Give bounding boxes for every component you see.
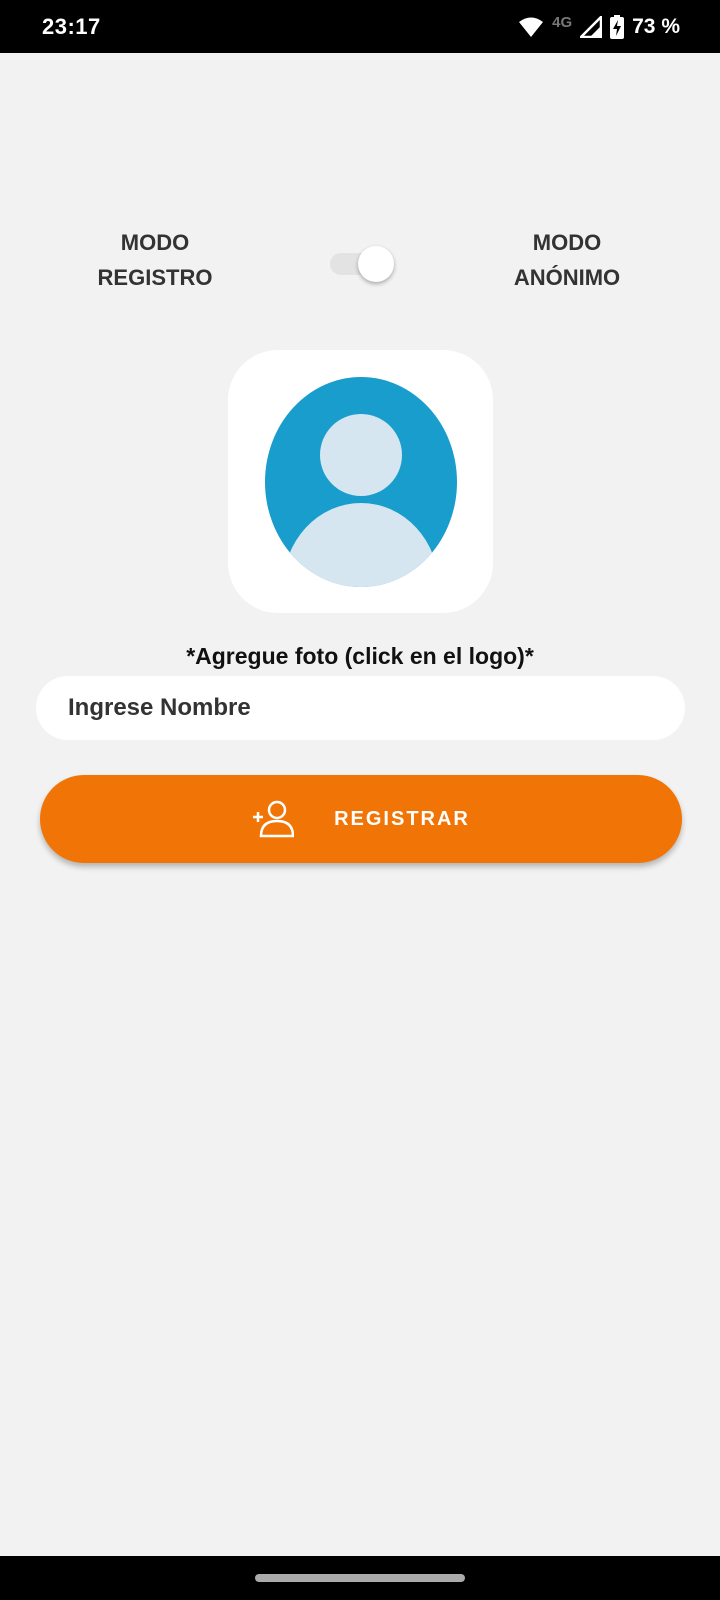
add-photo-hint: *Agregue foto (click en el logo)* xyxy=(186,643,534,669)
user-avatar-icon xyxy=(265,377,457,587)
mode-anonimo-label: MODO ANÓNIMO xyxy=(477,225,657,295)
wifi-icon xyxy=(519,17,544,37)
status-bar: 23:17 4G 73 % xyxy=(0,0,720,53)
register-button-label: REGISTRAR xyxy=(334,807,470,830)
mode-registro-label: MODO REGISTRO xyxy=(65,225,245,295)
home-gesture-pill[interactable] xyxy=(255,1574,465,1582)
mode-anonimo-line1: MODO xyxy=(532,230,602,255)
add-user-icon xyxy=(253,800,295,838)
avatar-photo-button[interactable] xyxy=(228,350,493,613)
name-input[interactable] xyxy=(36,676,685,740)
status-time: 23:17 xyxy=(42,14,101,39)
mode-registro-line1: MODO xyxy=(120,230,190,255)
mode-switch-thumb[interactable] xyxy=(358,246,394,282)
network-type-label: 4G xyxy=(552,13,573,31)
status-icons: 4G 73 % xyxy=(518,12,680,42)
battery-charging-icon xyxy=(610,15,625,39)
mode-toggle-row: MODO REGISTRO MODO ANÓNIMO xyxy=(0,225,720,305)
mode-registro-line2: REGISTRO xyxy=(97,265,213,290)
mode-anonimo-line2: ANÓNIMO xyxy=(513,265,621,290)
battery-percentage: 73 % xyxy=(632,15,680,38)
system-nav-bar xyxy=(0,1556,720,1600)
register-button[interactable]: REGISTRAR xyxy=(40,775,682,863)
signal-icon xyxy=(580,16,603,38)
